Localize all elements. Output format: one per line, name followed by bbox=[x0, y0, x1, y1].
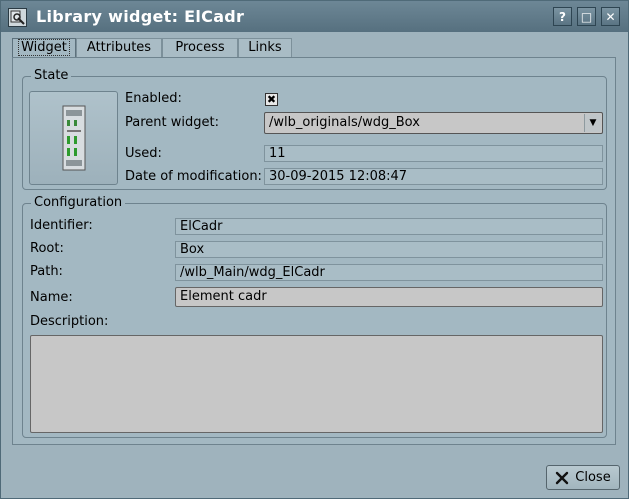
identifier-label: Identifier: bbox=[30, 218, 93, 233]
enabled-label: Enabled: bbox=[125, 91, 182, 106]
close-button-label: Close bbox=[575, 470, 611, 485]
configuration-group: Configuration Identifier: ElCadr Root: B… bbox=[22, 195, 607, 438]
cabinet-icon bbox=[62, 105, 86, 171]
identifier-field[interactable]: ElCadr bbox=[175, 218, 603, 235]
description-label: Description: bbox=[30, 314, 109, 329]
root-label: Root: bbox=[30, 241, 64, 256]
tab-links[interactable]: Links bbox=[238, 38, 292, 58]
name-input[interactable]: Element cadr bbox=[175, 287, 603, 307]
parent-widget-value: /wlb_originals/wdg_Box bbox=[269, 115, 420, 130]
chevron-down-icon[interactable]: ▼ bbox=[584, 114, 601, 132]
state-group: State Enabled: ✖ Parent widget: /wlb_ori… bbox=[22, 68, 607, 190]
close-button[interactable]: Close bbox=[546, 465, 620, 490]
enabled-checkbox[interactable]: ✖ bbox=[265, 93, 278, 106]
widget-preview-image bbox=[29, 91, 118, 185]
close-x-icon bbox=[556, 471, 569, 484]
tab-widget[interactable]: Widget bbox=[12, 38, 76, 58]
parent-widget-label: Parent widget: bbox=[125, 115, 219, 130]
description-textarea[interactable] bbox=[30, 335, 603, 433]
root-field[interactable]: Box bbox=[175, 241, 603, 258]
name-label: Name: bbox=[30, 290, 73, 305]
dialog-window: Library widget: ElCadr ? □ ✕ Widget Attr… bbox=[0, 0, 629, 499]
maximize-button[interactable]: □ bbox=[577, 7, 596, 26]
configuration-group-title: Configuration bbox=[31, 195, 126, 210]
path-field[interactable]: /wlb_Main/wdg_ElCadr bbox=[175, 264, 603, 281]
tab-widget-label: Widget bbox=[18, 39, 70, 56]
app-icon[interactable] bbox=[8, 8, 27, 27]
state-group-title: State bbox=[31, 68, 72, 83]
tab-attributes[interactable]: Attributes bbox=[76, 38, 162, 58]
widget-tab-panel: State Enabled: ✖ Parent widget: /wlb_ori… bbox=[12, 57, 616, 445]
titlebar[interactable]: Library widget: ElCadr ? □ ✕ bbox=[1, 1, 628, 32]
used-label: Used: bbox=[125, 146, 162, 161]
date-modification-field[interactable]: 30-09-2015 12:08:47 bbox=[264, 168, 603, 185]
tab-process[interactable]: Process bbox=[162, 38, 238, 58]
path-label: Path: bbox=[30, 264, 63, 279]
parent-widget-select[interactable]: /wlb_originals/wdg_Box ▼ bbox=[264, 112, 603, 134]
date-modification-label: Date of modification: bbox=[125, 169, 262, 184]
window-title: Library widget: ElCadr bbox=[36, 7, 245, 26]
help-button[interactable]: ? bbox=[553, 7, 572, 26]
used-field[interactable]: 11 bbox=[264, 145, 603, 162]
close-window-button[interactable]: ✕ bbox=[601, 7, 620, 26]
